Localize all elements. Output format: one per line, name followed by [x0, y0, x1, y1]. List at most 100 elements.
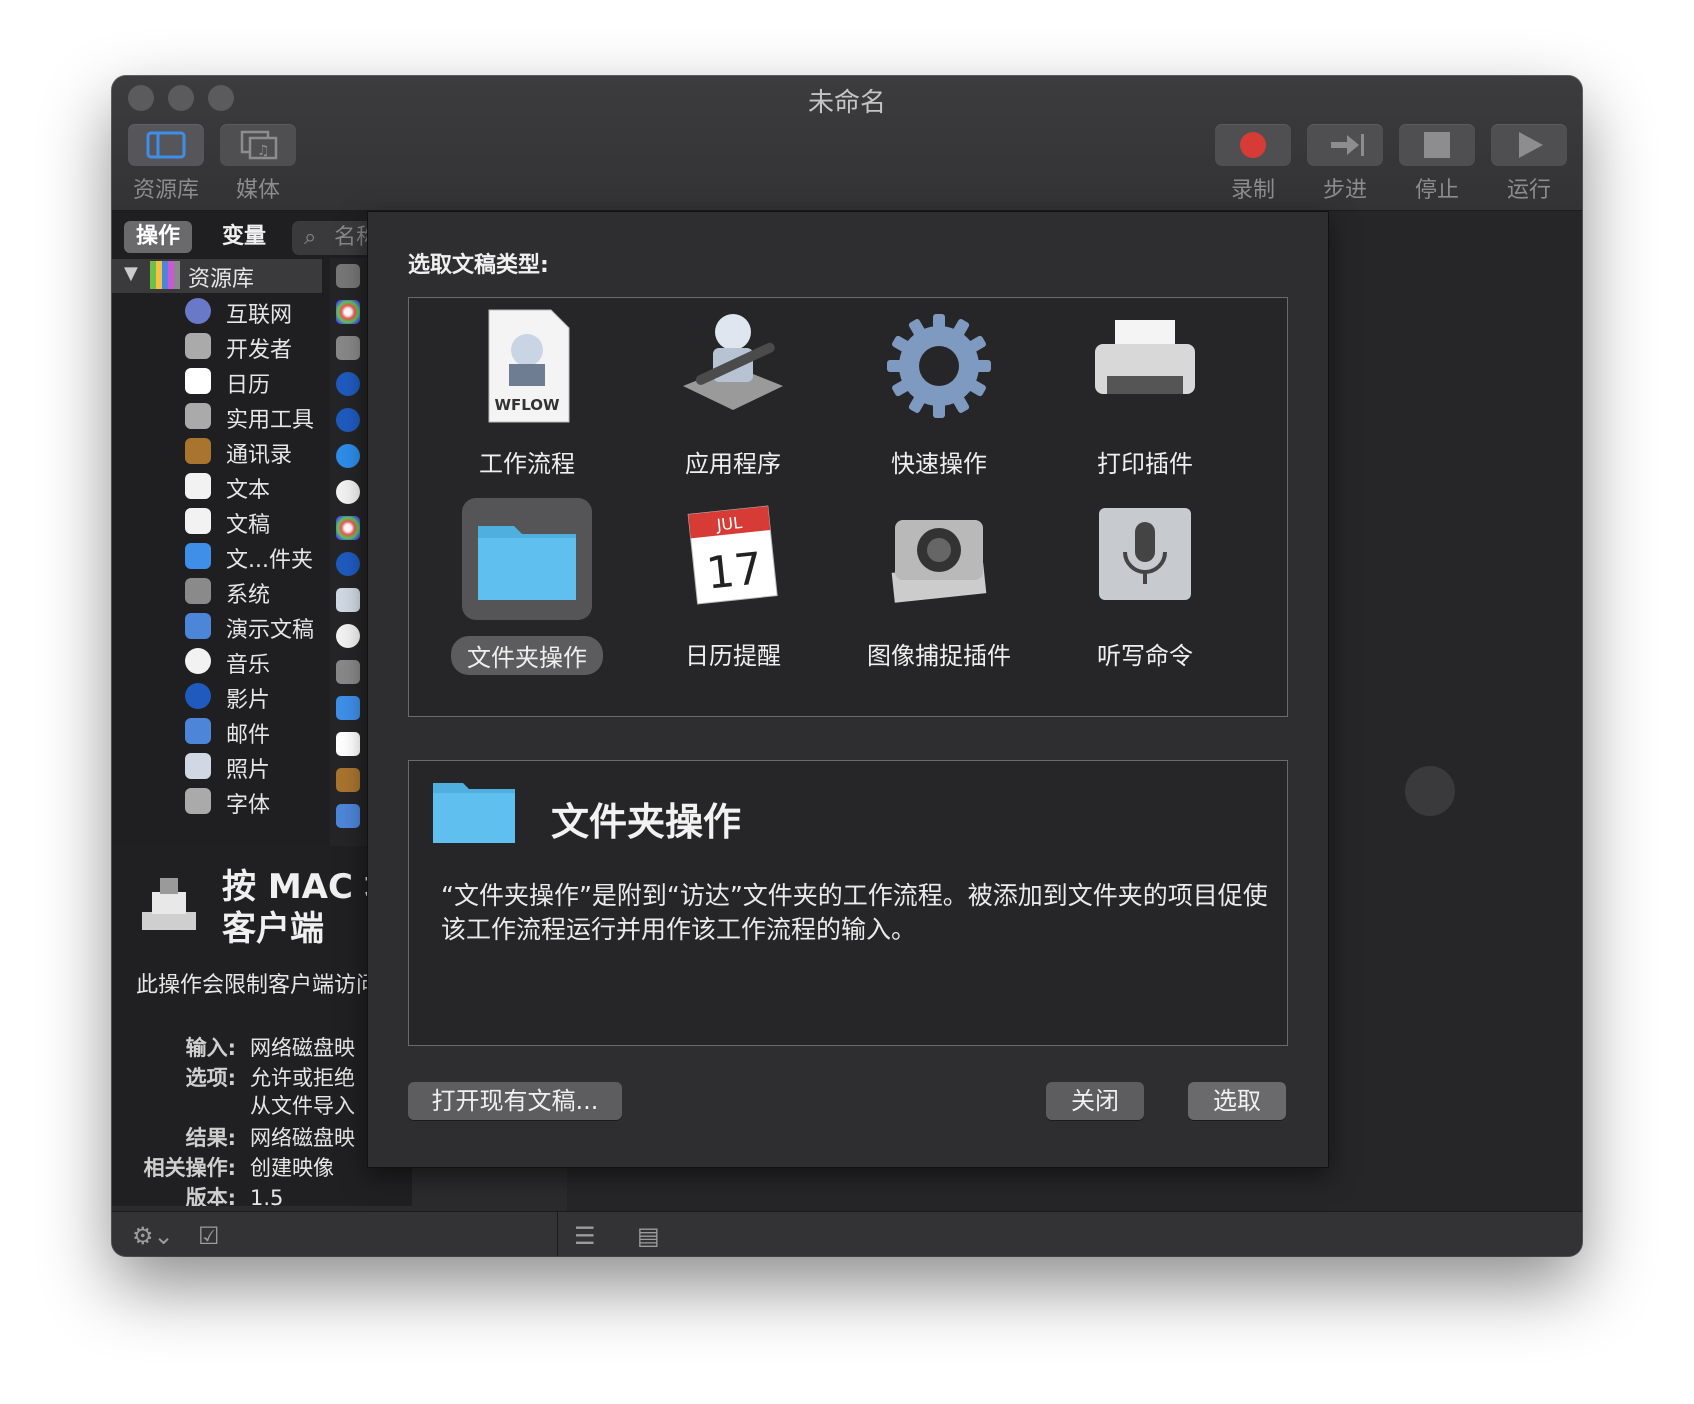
window-title: 未命名: [807, 88, 886, 118]
font-icon: [336, 660, 360, 684]
record-label: 录制: [1230, 178, 1275, 203]
library-root[interactable]: ▼ 资源库: [112, 259, 322, 293]
media-button[interactable]: ♫ 媒体: [220, 124, 296, 204]
svg-text:17: 17: [704, 543, 765, 600]
sidebar-item[interactable]: 系统: [112, 575, 367, 609]
step-icon: [1331, 134, 1364, 156]
system-icon: [185, 578, 211, 604]
sidebar-item-label: 音乐: [226, 653, 271, 678]
sidebar-item[interactable]: 实用工具: [112, 400, 367, 434]
folder-icon: [462, 498, 592, 620]
run-label: 运行: [1506, 178, 1551, 203]
type-label: 听写命令: [1097, 642, 1193, 670]
sidebar-item[interactable]: 文...件夹: [112, 540, 367, 574]
movie-icon: [185, 683, 211, 709]
type-quick-action[interactable]: 快速操作: [839, 306, 1039, 481]
font-icon: [336, 336, 360, 360]
info-toggle-icon[interactable]: ☑: [198, 1222, 220, 1250]
tab-actions[interactable]: 操作: [124, 221, 193, 253]
gear-icon[interactable]: ⚙⌄: [132, 1222, 174, 1250]
type-dictation-command[interactable]: 听写命令: [1045, 498, 1245, 673]
calendar-icon: [336, 732, 360, 756]
list-view-icon[interactable]: ☰: [574, 1222, 596, 1250]
sidebar-item[interactable]: 文本: [112, 470, 367, 504]
step-box[interactable]: [1307, 124, 1383, 166]
sidebar-item[interactable]: 日历: [112, 365, 367, 399]
sidebar-item[interactable]: 影片: [112, 680, 367, 714]
music-icon: [336, 624, 360, 648]
sidebar-item-label: 通讯录: [226, 443, 293, 468]
safari-icon: [336, 444, 360, 468]
quicktime-icon: [336, 408, 360, 432]
tab-variables[interactable]: 变量: [210, 221, 278, 253]
music-icon: [185, 648, 211, 674]
record-button[interactable]: 录制: [1215, 124, 1291, 204]
sidebar-item-label: 开发者: [226, 338, 293, 363]
type-calendar-alarm[interactable]: JUL 17 日历提醒: [633, 498, 833, 673]
type-label: 快速操作: [891, 450, 987, 478]
run-button[interactable]: 运行: [1491, 124, 1567, 204]
workflow-icon: WFLOW: [467, 306, 587, 426]
type-folder-action[interactable]: 文件夹操作: [427, 498, 627, 675]
toolbar: 未命名 资源库 ♫ 媒体 录制 步进 停止 运行: [112, 76, 1582, 211]
step-button[interactable]: 步进: [1307, 124, 1383, 204]
choose-button[interactable]: 选取: [1188, 1082, 1286, 1120]
type-workflow[interactable]: WFLOW 工作流程: [427, 306, 627, 481]
mail-icon: [185, 718, 211, 744]
sidebar-item[interactable]: 开发者: [112, 330, 367, 364]
photos-icon: [336, 300, 360, 324]
tools-icon: [185, 333, 211, 359]
text-icon: [185, 473, 211, 499]
sidebar-item-label: 邮件: [226, 723, 271, 748]
record-icon: [1240, 132, 1266, 158]
type-print-plugin[interactable]: 打印插件: [1045, 306, 1245, 481]
document-type-grid: WFLOW 工作流程 应用程序 快速操作 打印插件 文件夹操作 JUL 17 日…: [408, 297, 1288, 717]
selected-type-body: “文件夹操作”是附到“访达”文件夹的工作流程。被添加到文件夹的项目促使该工作流程…: [441, 881, 1268, 944]
stop-button[interactable]: 停止: [1399, 124, 1475, 204]
pane-handle[interactable]: [1405, 766, 1455, 816]
sidebar-item[interactable]: 邮件: [112, 715, 367, 749]
run-box[interactable]: [1491, 124, 1567, 166]
type-label-selected: 文件夹操作: [451, 636, 603, 675]
stop-label: 停止: [1414, 178, 1459, 203]
automator-icon: [142, 878, 196, 930]
document-type-sheet: 选取文稿类型: WFLOW 工作流程 应用程序 快速操作 打印插件 文件夹操作 …: [367, 211, 1329, 1168]
close-button[interactable]: 关闭: [1046, 1082, 1144, 1120]
info-options-cont: 从文件导入: [250, 1094, 355, 1118]
play-icon: [1519, 132, 1543, 158]
record-box[interactable]: [1215, 124, 1291, 166]
type-label: 日历提醒: [685, 642, 781, 670]
media-toggle[interactable]: ♫: [220, 124, 296, 166]
library-toggle[interactable]: [128, 124, 204, 166]
gear-icon: [879, 306, 999, 426]
library-button[interactable]: 资源库: [128, 124, 204, 204]
open-existing-button[interactable]: 打开现有文稿...: [408, 1082, 622, 1120]
photos-icon: [336, 516, 360, 540]
disclosure-triangle-icon[interactable]: ▼: [124, 263, 138, 284]
selected-type-description: 文件夹操作 “文件夹操作”是附到“访达”文件夹的工作流程。被添加到文件夹的项目促…: [408, 760, 1288, 1046]
sidebar-item-label: 字体: [226, 793, 271, 818]
calendar-icon: [185, 368, 211, 394]
sidebar-item[interactable]: 互联网: [112, 295, 367, 329]
keynote-icon: [185, 613, 211, 639]
info-result: 结果: 网络磁盘映: [185, 1126, 355, 1150]
type-image-capture[interactable]: 图像捕捉插件: [839, 498, 1039, 673]
sidebar-item[interactable]: 通讯录: [112, 435, 367, 469]
selected-type-title: 文件夹操作: [551, 800, 742, 844]
type-label: 应用程序: [685, 450, 781, 478]
sidebar-item[interactable]: 字体: [112, 785, 367, 819]
sidebar-item-label: 影片: [226, 688, 271, 713]
sidebar-item[interactable]: 照片: [112, 750, 367, 784]
sidebar-item[interactable]: 演示文稿: [112, 610, 367, 644]
type-application[interactable]: 应用程序: [633, 306, 833, 481]
bottom-bar: ⚙⌄ ☑ ☰ ▤: [112, 1211, 1582, 1256]
stop-box[interactable]: [1399, 124, 1475, 166]
log-view-icon[interactable]: ▤: [637, 1222, 660, 1250]
divider: [557, 1212, 558, 1256]
tools-icon: [185, 403, 211, 429]
sidebar-item[interactable]: 文稿: [112, 505, 367, 539]
font-icon: [185, 788, 211, 814]
type-label: 图像捕捉插件: [867, 642, 1011, 670]
info-options: 选项: 允许或拒绝: [185, 1066, 355, 1090]
sidebar-item[interactable]: 音乐: [112, 645, 367, 679]
